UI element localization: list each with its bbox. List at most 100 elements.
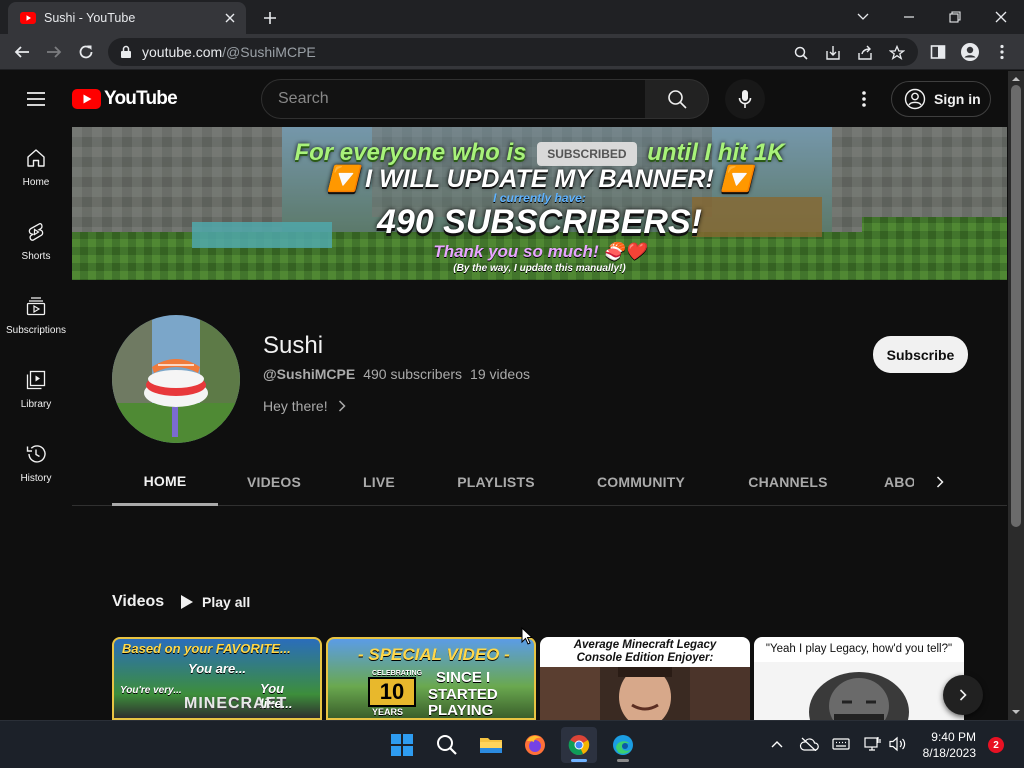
scroll-up-icon[interactable] [1008,73,1024,85]
shelf-title: Videos [112,593,165,610]
firefox-icon[interactable] [517,727,553,763]
reload-icon[interactable] [72,38,100,66]
zoom-icon[interactable] [792,44,810,62]
taskbar-search-icon[interactable] [429,727,465,763]
url-host: youtube.com [142,44,223,60]
video-thumbnail[interactable]: Based on your FAVORITE... You are... You… [112,637,322,720]
edge-icon[interactable] [605,727,641,763]
guide-item-label: Shorts [21,251,51,262]
video-thumbnail[interactable]: Average Minecraft Legacy Console Edition… [540,637,750,720]
guide-item-shorts[interactable]: Shorts [0,201,72,275]
guide-menu-icon[interactable] [24,88,48,110]
banner-line-1-a: For everyone who is [294,139,527,166]
touch-keyboard-icon[interactable] [830,733,852,755]
guide-item-home[interactable]: Home [0,127,72,201]
library-icon [26,370,46,390]
thumbnail-text: STARTED [428,686,498,703]
minimize-window-icon[interactable] [886,0,932,34]
address-bar[interactable]: youtube.com/@SushiMCPE [108,38,918,66]
banner-line-6: (By the way, I update this manually!) [453,263,626,274]
video-thumbnail[interactable]: - SPECIAL VIDEO - CELEBRATING 10 YEARS S… [326,637,536,720]
ten-years-badge: 10 [368,677,416,707]
thumbnail-text: You're very... [120,685,182,696]
taskbar-clock[interactable]: 9:40 PM 8/18/2023 [918,729,976,761]
tab-community[interactable]: COMMUNITY [592,458,690,506]
youtube-logo[interactable]: YouTube [72,88,178,110]
tab-about[interactable]: ABO [884,458,914,506]
guide-item-subscriptions[interactable]: Subscriptions [0,275,72,349]
youtube-play-logo-icon [72,89,101,109]
tab-live[interactable]: LIVE [358,458,400,506]
home-icon [27,149,45,167]
close-window-icon[interactable] [978,0,1024,34]
install-app-icon[interactable] [824,44,842,62]
guide-item-library[interactable]: Library [0,349,72,423]
thumbnail-text: PLAYING [428,702,494,719]
channel-avatar[interactable] [112,315,240,443]
banner-line-1-b: until I hit 1K [647,139,785,166]
browser-toolbar: youtube.com/@SushiMCPE [0,34,1024,70]
chrome-menu-icon[interactable] [988,38,1016,66]
forward-icon[interactable] [40,38,68,66]
notification-badge[interactable]: 2 [988,737,1004,753]
guide-item-history[interactable]: History [0,423,72,497]
scrollbar-thumb[interactable] [1011,85,1021,527]
restore-window-icon[interactable] [932,0,978,34]
file-explorer-icon[interactable] [473,727,509,763]
tab-playlists[interactable]: PLAYLISTS [450,458,542,506]
play-all-button[interactable]: Play all [180,590,250,614]
lock-icon[interactable] [120,45,132,59]
youtube-favicon-icon [20,10,36,26]
back-icon[interactable] [8,38,36,66]
browser-tab[interactable]: Sushi - YouTube [8,2,246,34]
settings-more-icon[interactable] [852,87,876,111]
chevron-right-icon [338,400,346,412]
channel-tabs: HOME VIDEOS LIVE PLAYLISTS COMMUNITY CHA… [72,458,1007,506]
guide-item-label: Subscriptions [5,325,67,336]
new-tab-button[interactable] [258,7,282,29]
shelf-scroll-right-button[interactable] [943,675,983,715]
banner-line-2: 🔽 I WILL UPDATE MY BANNER! 🔽 [327,165,752,193]
sign-in-button[interactable]: Sign in [891,81,991,117]
show-hidden-icons-icon[interactable] [766,733,788,755]
share-icon[interactable] [856,44,874,62]
search-input[interactable] [278,90,645,108]
thumbnail-text: Console Edition Enjoyer: [576,652,714,664]
channel-banner: For everyone who is SUBSCRIBED until I h… [72,127,1007,280]
tab-home[interactable]: HOME [112,458,218,506]
close-tab-icon[interactable] [222,10,238,26]
page-scrollbar[interactable] [1008,71,1024,720]
channel-about-link[interactable]: Hey there! [263,398,346,414]
meme-image [754,662,964,720]
tab-search-icon[interactable] [840,0,886,34]
profile-icon[interactable] [956,38,984,66]
meme-image [540,667,750,720]
thumbnail-badge-text: MINECRAFT [184,695,288,712]
side-panel-icon[interactable] [924,38,952,66]
tab-videos[interactable]: VIDEOS [238,458,310,506]
onedrive-icon[interactable] [798,733,820,755]
chrome-taskbar-icon[interactable] [561,727,597,763]
bookmark-star-icon[interactable] [888,44,906,62]
history-icon [26,445,46,463]
scroll-down-icon[interactable] [1008,706,1024,718]
guide-item-label: History [20,473,52,484]
channel-about-text: Hey there! [263,398,328,414]
network-icon[interactable] [862,733,884,755]
search-button[interactable] [645,79,709,119]
volume-icon[interactable] [886,733,908,755]
thumbnail-text: You are... [188,661,247,676]
voice-search-button[interactable] [725,79,765,119]
tabs-scroll-right-icon[interactable] [928,470,952,494]
subscribe-button[interactable]: Subscribe [873,336,968,373]
search-box[interactable] [261,79,646,119]
tab-channels[interactable]: CHANNELS [744,458,832,506]
guide-item-label: Library [20,399,52,410]
subscriber-count: 490 subscribers [363,366,463,382]
url-text: youtube.com/@SushiMCPE [142,44,316,60]
banner-text: For everyone who is SUBSCRIBED until I h… [72,127,1007,280]
windows-start-icon[interactable] [384,727,420,763]
banner-subscriber-count: 490 SUBSCRIBERS! [377,203,702,241]
mouse-cursor-icon [521,627,533,645]
video-thumbnail[interactable]: "Yeah I play Legacy, how'd you tell?" [754,637,964,720]
